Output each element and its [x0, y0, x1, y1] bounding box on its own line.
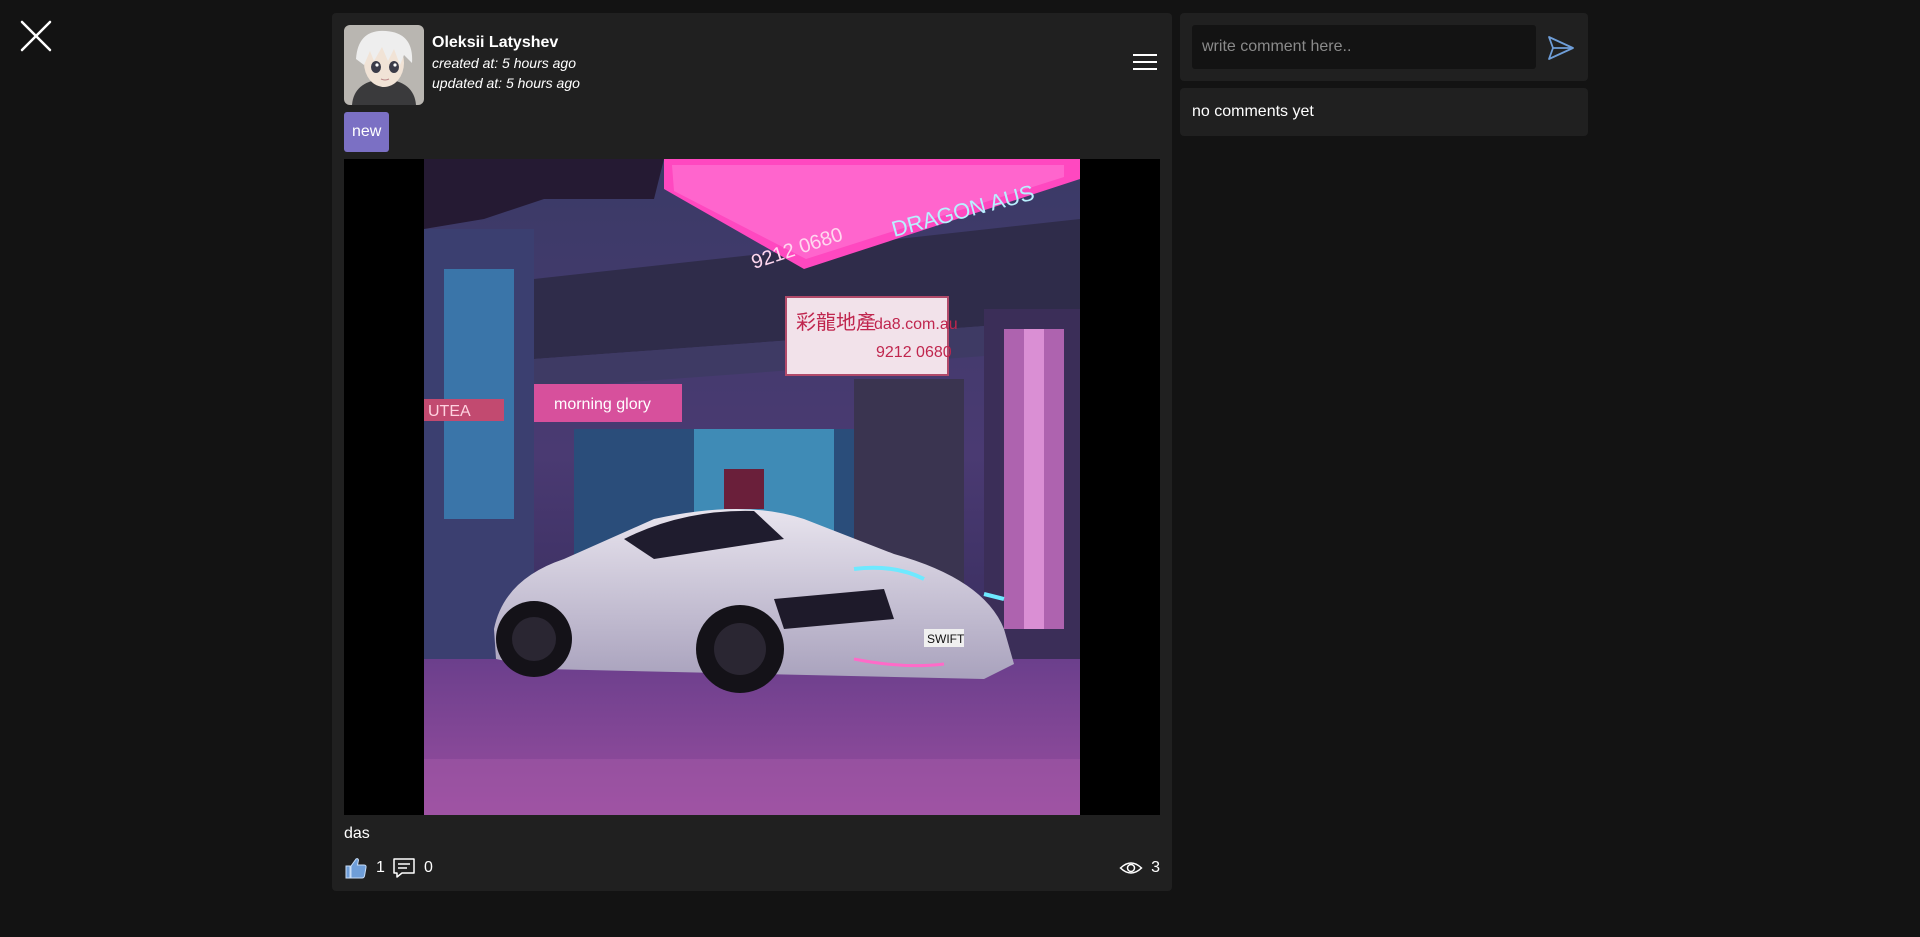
post-photo: UTEA DRAGON AUS 9212 0680 彩龍地產 da8.com.a…: [424, 159, 1080, 815]
avatar[interactable]: [344, 25, 424, 105]
post-media[interactable]: UTEA DRAGON AUS 9212 0680 彩龍地產 da8.com.a…: [344, 159, 1160, 815]
post-header: Oleksii Latyshev created at: 5 hours ago…: [344, 25, 1160, 105]
post-menu-button[interactable]: [1132, 51, 1158, 73]
thumbs-up-icon: [345, 858, 367, 879]
comments-list: no comments yet: [1180, 88, 1588, 136]
post-text: das: [344, 825, 370, 842]
comment-button[interactable]: 0: [392, 855, 433, 881]
close-button[interactable]: [18, 18, 54, 54]
views-indicator: 3: [1119, 855, 1160, 881]
morning-glory-text: morning glory: [554, 396, 651, 413]
comment-form: [1180, 13, 1588, 81]
comment-count: 0: [424, 859, 433, 876]
author-name[interactable]: Oleksii Latyshev: [432, 33, 580, 53]
like-count: 1: [376, 859, 385, 876]
comment-icon: [393, 858, 415, 878]
like-button[interactable]: 1: [344, 855, 385, 881]
avatar-image: [344, 25, 424, 105]
post-card: Oleksii Latyshev created at: 5 hours ago…: [332, 13, 1172, 891]
plate-text: SWIFT: [927, 632, 965, 646]
shop-sign-phone: 9212 0680: [876, 344, 952, 361]
tag-badge[interactable]: new: [344, 112, 390, 152]
author-block: Oleksii Latyshev created at: 5 hours ago…: [432, 33, 580, 93]
created-at: created at: 5 hours ago: [432, 55, 576, 71]
hamburger-menu-icon: [1133, 54, 1157, 70]
close-icon: [20, 20, 52, 52]
post-actions: 1 0 3: [344, 855, 1160, 881]
shop-sign-zh: 彩龍地產: [796, 310, 876, 334]
send-comment-button[interactable]: [1546, 33, 1576, 63]
views-count: 3: [1151, 859, 1160, 876]
utea-sign-text: UTEA: [428, 403, 471, 420]
no-comments-text: no comments yet: [1192, 103, 1314, 120]
eye-icon: [1119, 862, 1143, 874]
shop-sign-web: da8.com.au: [874, 316, 958, 333]
comment-input[interactable]: [1192, 25, 1536, 69]
updated-at: updated at: 5 hours ago: [432, 75, 580, 91]
send-icon: [1548, 36, 1574, 60]
